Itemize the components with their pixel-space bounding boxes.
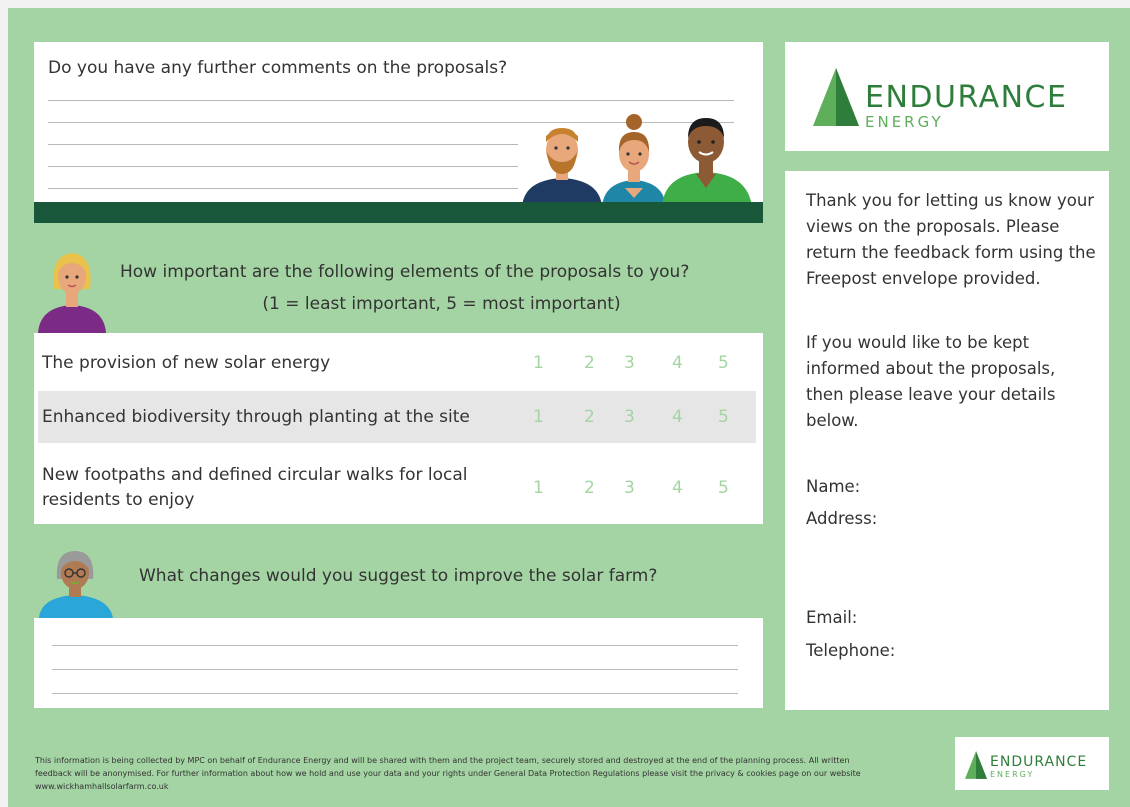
comments-footer-bar — [34, 202, 763, 223]
logo-sub-text: ENERGY — [865, 113, 944, 131]
comment-line[interactable] — [48, 144, 518, 145]
rating-1[interactable]: 1 — [533, 353, 544, 373]
importance-row-footpaths: New footpaths and defined circular walks… — [38, 451, 756, 515]
elderly-woman-avatar-icon — [39, 551, 113, 618]
row-label: Enhanced biodiversity through planting a… — [42, 407, 470, 427]
feedback-form-page: Do you have any further comments on the … — [8, 8, 1130, 807]
rating-1[interactable]: 1 — [533, 407, 544, 427]
name-label[interactable]: Name: — [806, 477, 860, 496]
changes-question: What changes would you suggest to improv… — [139, 566, 658, 586]
suggestion-line[interactable] — [52, 645, 738, 646]
changes-card: What changes would you suggest to improv… — [34, 545, 763, 708]
importance-row-biodiversity: Enhanced biodiversity through planting a… — [38, 391, 756, 443]
footer-website-link[interactable]: www.wickhamhallsolarfarm.co.uk — [35, 780, 945, 793]
rating-2[interactable]: 2 — [584, 478, 595, 498]
suggestion-line[interactable] — [52, 693, 738, 694]
rating-1[interactable]: 1 — [533, 478, 544, 498]
address-label[interactable]: Address: — [806, 509, 877, 528]
rating-5[interactable]: 5 — [718, 478, 729, 498]
rating-4[interactable]: 4 — [672, 407, 683, 427]
footer-logo: ENDURANCE ENERGY — [955, 737, 1109, 790]
comments-card: Do you have any further comments on the … — [34, 42, 763, 223]
rating-3[interactable]: 3 — [624, 478, 635, 498]
email-label[interactable]: Email: — [806, 608, 857, 627]
importance-card: How important are the following elements… — [34, 241, 763, 524]
logo-main-text: ENDURANCE — [865, 80, 1068, 115]
importance-header: How important are the following elements… — [34, 241, 763, 333]
importance-scale: (1 = least important, 5 = most important… — [262, 294, 621, 314]
triangle-logo-icon — [965, 751, 987, 779]
changes-header: What changes would you suggest to improv… — [34, 545, 763, 618]
info-card: Thank you for letting us know your views… — [785, 171, 1109, 710]
row-label-line2: residents to enjoy — [42, 490, 195, 510]
rating-3[interactable]: 3 — [624, 407, 635, 427]
rating-4[interactable]: 4 — [672, 478, 683, 498]
rating-5[interactable]: 5 — [718, 353, 729, 373]
rating-4[interactable]: 4 — [672, 353, 683, 373]
row-label: The provision of new solar energy — [42, 353, 331, 373]
comment-line[interactable] — [48, 166, 518, 167]
info-keep-informed-text: If you would like to be kept informed ab… — [806, 333, 1056, 430]
footer-logo-main: ENDURANCE — [990, 754, 1088, 770]
footer-line-1: This information is being collected by M… — [35, 756, 850, 765]
footer-line-2: feedback will be anonymised. For further… — [35, 769, 861, 778]
people-illustration — [522, 114, 752, 207]
footer-disclaimer: This information is being collected by M… — [35, 754, 945, 793]
suggestion-line[interactable] — [52, 669, 738, 670]
importance-row-solar: The provision of new solar energy 1 2 3 … — [38, 339, 756, 387]
woman-avatar-icon — [38, 253, 106, 333]
footer-logo-sub: ENERGY — [990, 770, 1035, 779]
logo-card: ENDURANCE ENERGY — [785, 42, 1109, 151]
row-label-line1: New footpaths and defined circular walks… — [42, 465, 468, 485]
comment-line[interactable] — [48, 188, 518, 189]
rating-2[interactable]: 2 — [584, 407, 595, 427]
info-thanks-text: Thank you for letting us know your views… — [806, 191, 1096, 288]
rating-3[interactable]: 3 — [624, 353, 635, 373]
triangle-logo-icon — [813, 68, 859, 126]
importance-title: How important are the following elements… — [120, 262, 690, 282]
comment-line[interactable] — [48, 100, 734, 101]
telephone-label[interactable]: Telephone: — [806, 641, 895, 660]
rating-5[interactable]: 5 — [718, 407, 729, 427]
comments-question: Do you have any further comments on the … — [48, 58, 508, 78]
rating-2[interactable]: 2 — [584, 353, 595, 373]
